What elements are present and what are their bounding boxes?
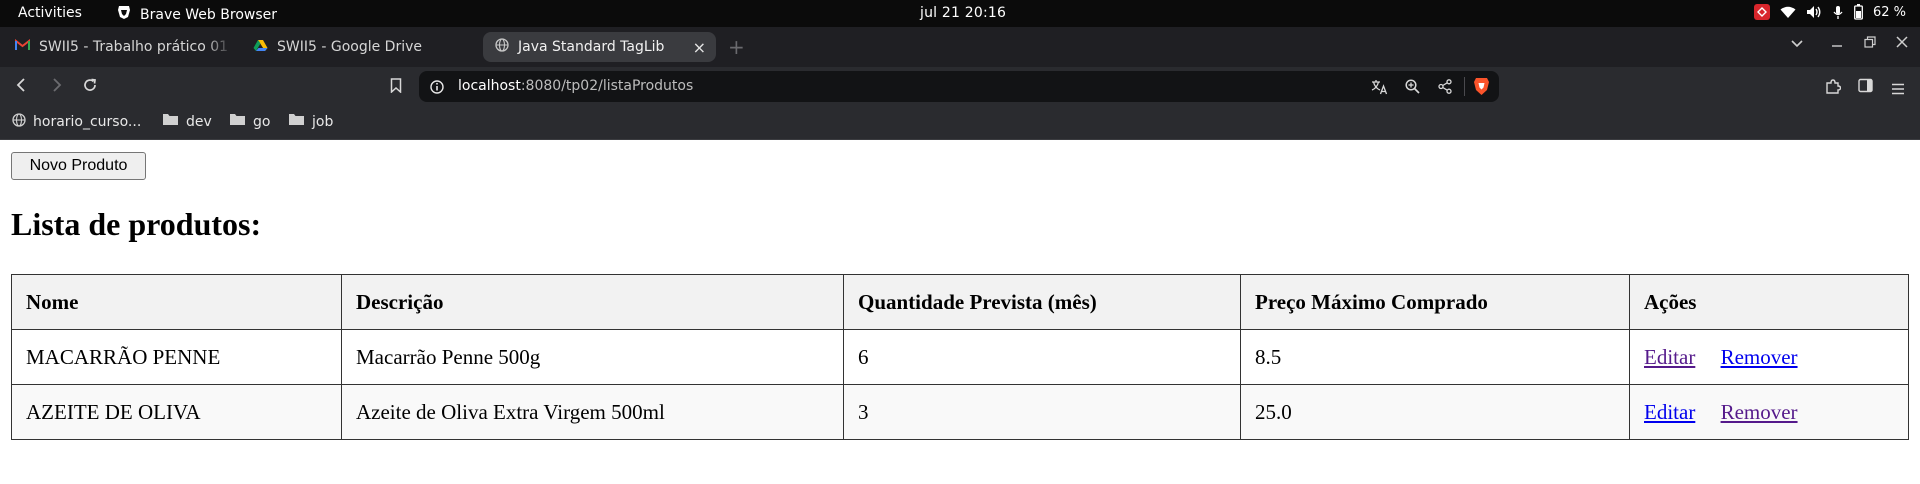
folder-icon [229,113,246,130]
gmail-icon [15,38,30,55]
close-window-icon[interactable] [1896,36,1908,52]
tab-strip: SWII5 - Trabalho prático 01 - SWII5 - Go… [0,27,1920,67]
new-product-button[interactable]: Novo Produto [11,152,146,180]
zoom-icon[interactable] [1405,79,1420,98]
reload-icon[interactable] [82,77,98,97]
close-tab-icon[interactable]: × [693,38,706,57]
bookmark-label: horario_curso... [33,114,142,130]
cell-preco: 8.5 [1240,329,1630,385]
header-descricao: Descrição [341,274,844,330]
screen-share-icon[interactable] [1753,4,1770,20]
bookmark-folder-go[interactable]: go [229,113,270,130]
volume-icon [1806,5,1822,19]
microphone-icon [1832,5,1844,20]
bookmark-label: go [253,113,271,130]
battery-percent: 62 % [1872,4,1906,20]
table-row: AZEITE DE OLIVA Azeite de Oliva Extra Vi… [11,384,1909,440]
cell-acoes: Editar Remover [1629,384,1909,440]
table-row: MACARRÃO PENNE Macarrão Penne 500g 6 8.5… [11,329,1909,385]
header-nome: Nome [11,274,342,330]
urlbar-divider [1464,77,1465,96]
sidebar-toggle-icon[interactable] [1858,78,1873,97]
cell-quantidade: 6 [843,329,1241,385]
bookmark-folder-job[interactable]: job [288,113,333,130]
remove-link[interactable]: Remover [1721,400,1798,424]
page-title: Lista de produtos: [11,206,262,242]
app-name: Brave Web Browser [140,6,277,23]
site-info-icon[interactable] [430,79,444,98]
tab-label: Java Standard TagLib [518,39,665,55]
minimize-icon[interactable] [1831,36,1843,52]
translate-icon[interactable] [1371,79,1388,99]
new-tab-icon[interactable]: + [728,35,745,59]
globe-icon [495,38,509,56]
tab-label: SWII5 - Trabalho prático 01 - [39,39,233,55]
brave-shields-icon[interactable] [1473,77,1490,100]
globe-icon [12,113,26,131]
remove-link[interactable]: Remover [1721,345,1798,369]
folder-icon [162,113,179,130]
tab-google-drive[interactable]: SWII5 - Google Drive [241,32,471,62]
bookmark-label: dev [186,113,212,130]
bookmarks-bar: horario_curso... dev go job [0,106,1920,140]
url-host: localhost [458,78,521,94]
url-text[interactable]: localhost:8080/tp02/listaProdutos [458,78,693,94]
address-bar[interactable]: localhost:8080/tp02/listaProdutos [419,71,1499,102]
menu-icon[interactable] [1891,80,1905,99]
tab-java-standard-taglib[interactable]: Java Standard TagLib × [483,32,716,62]
bookmark-folder-dev[interactable]: dev [162,113,212,130]
app-menu[interactable]: Brave Web Browser [117,5,277,24]
bookmark-label: job [312,113,334,130]
tab-gmail[interactable]: SWII5 - Trabalho prático 01 - [3,32,233,62]
products-table: Nome Descrição Quantidade Prevista (mês)… [11,274,1909,440]
google-drive-icon [253,39,268,56]
header-preco: Preço Máximo Comprado [1240,274,1630,330]
header-acoes: Ações [1629,274,1909,330]
clock[interactable]: jul 21 20:16 [920,5,1006,21]
header-quantidade: Quantidade Prevista (mês) [843,274,1241,330]
forward-icon[interactable] [51,77,63,97]
cell-quantidade: 3 [843,384,1241,440]
bookmark-icon[interactable] [390,78,402,97]
battery-icon [1854,4,1863,20]
url-path: :8080/tp02/listaProdutos [520,78,694,94]
edit-link[interactable]: Editar [1644,345,1695,369]
browser-toolbar: localhost:8080/tp02/listaProdutos [0,67,1920,106]
activities-button[interactable]: Activities [18,5,82,21]
cell-preco: 25.0 [1240,384,1630,440]
cell-descricao: Macarrão Penne 500g [341,329,844,385]
bookmark-horario-curso[interactable]: horario_curso... [12,113,141,131]
brave-lion-icon [117,5,131,24]
folder-icon [288,113,305,130]
back-icon[interactable] [15,77,27,97]
page-content: Novo Produto Lista de produtos: Nome Des… [0,140,1920,484]
cell-nome: MACARRÃO PENNE [11,329,342,385]
tab-label: SWII5 - Google Drive [277,39,422,55]
restore-icon[interactable] [1864,36,1876,52]
cell-acoes: Editar Remover [1629,329,1909,385]
system-tray[interactable]: 62 % [1753,4,1906,20]
cell-nome: AZEITE DE OLIVA [11,384,342,440]
table-header-row: Nome Descrição Quantidade Prevista (mês)… [11,274,1909,330]
tab-search-icon[interactable] [1791,36,1803,52]
share-icon[interactable] [1438,79,1452,98]
wifi-icon [1780,6,1796,19]
cell-descricao: Azeite de Oliva Extra Virgem 500ml [341,384,844,440]
edit-link[interactable]: Editar [1644,400,1695,424]
system-top-bar: Activities Brave Web Browser jul 21 20:1… [0,0,1920,27]
extensions-icon[interactable] [1825,78,1842,98]
